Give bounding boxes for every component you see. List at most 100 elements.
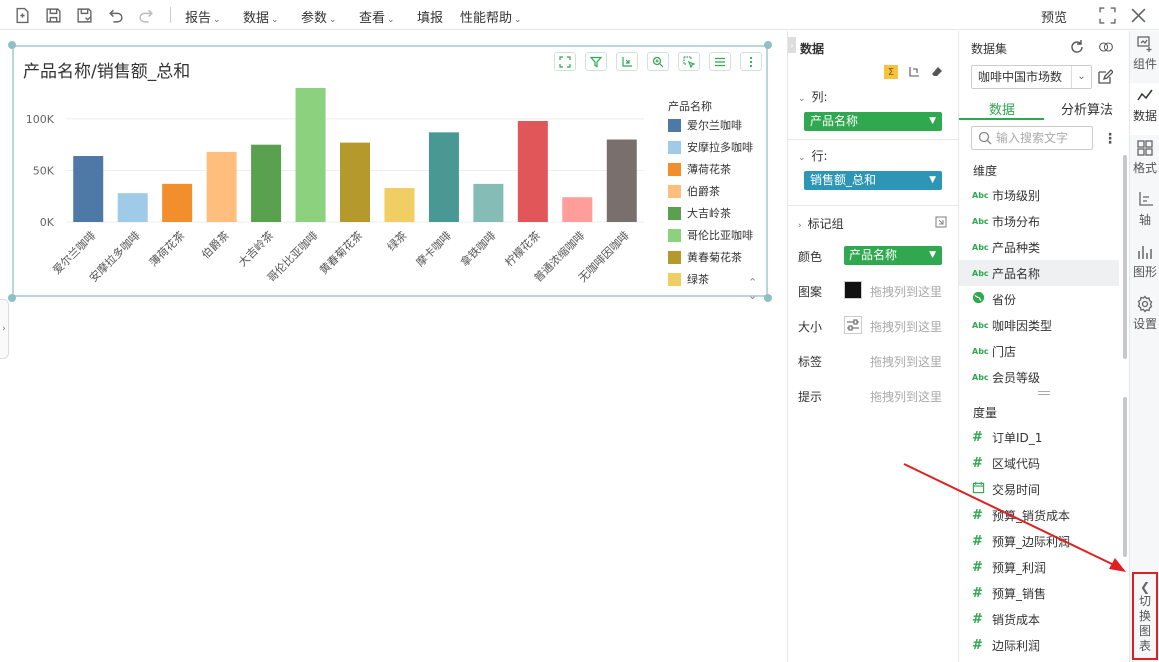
field-item[interactable]: # 订单ID_1 (959, 424, 1119, 450)
rows-label[interactable]: ⌄ 行: (798, 147, 828, 164)
bar[interactable] (473, 183, 504, 222)
bar-chart[interactable]: 0K50K100K爱尔兰咖啡安摩拉多咖啡 薄荷花茶 伯爵茶 大吉岭茶哥伦比亚咖啡黄春菊… (14, 47, 770, 299)
collapse-panel-icon[interactable]: › (788, 37, 796, 53)
more-vertical-icon[interactable]: ⋮ (1103, 131, 1117, 147)
field-item[interactable]: # 预算_销货成本 (959, 502, 1119, 528)
bar[interactable] (295, 88, 326, 222)
bar[interactable] (117, 193, 148, 222)
field-label: 边际利润 (992, 638, 1041, 653)
size-slider-icon[interactable] (844, 316, 862, 334)
rows-field-pill[interactable]: 销售额_总和 ▼ (804, 171, 942, 190)
rail-axis[interactable]: 轴 (1130, 187, 1159, 239)
rail-component[interactable]: 组件 (1130, 31, 1159, 83)
dataset-link-icon[interactable] (1095, 38, 1117, 56)
legend-item[interactable]: 黄春菊花茶 (668, 249, 742, 265)
field-item[interactable]: # 销货成本 (959, 606, 1119, 632)
columns-label[interactable]: ⌄ 列: (798, 88, 828, 105)
marks-settings-icon[interactable] (934, 215, 948, 229)
field-item[interactable]: Abc 会员等级 (959, 364, 1119, 390)
field-item[interactable]: 交易时间 (959, 476, 1119, 502)
bar[interactable] (428, 132, 459, 222)
bar[interactable] (251, 144, 282, 222)
fullscreen-icon[interactable] (1097, 5, 1117, 25)
field-item[interactable]: Abc 产品名称 (959, 260, 1119, 286)
eraser-icon[interactable] (930, 65, 944, 79)
field-label: 咖啡因类型 (992, 318, 1053, 333)
dataset-select[interactable]: 咖啡中国市场数 ⌄ (971, 65, 1092, 89)
measures-scrollbar[interactable] (1123, 397, 1127, 557)
save-icon[interactable] (43, 5, 63, 25)
preview-button[interactable]: 预览 (1041, 7, 1067, 26)
bar[interactable] (562, 197, 593, 222)
save-as-icon[interactable] (74, 5, 94, 25)
left-panel-expand-icon[interactable]: › (0, 299, 9, 359)
tooltip-drop-zone[interactable]: 拖拽列到这里 (870, 388, 942, 405)
legend-item[interactable]: 爱尔兰咖啡 (668, 117, 742, 133)
bar[interactable] (340, 142, 370, 222)
resize-handle-top-left[interactable] (8, 41, 16, 49)
color-field-pill[interactable]: 产品名称 ▼ (844, 246, 942, 265)
menu-view[interactable]: 查看 ⌄ (359, 7, 395, 26)
legend-item[interactable]: 大吉岭茶 (668, 205, 731, 221)
swap-axis-icon[interactable] (907, 65, 921, 79)
bar[interactable] (606, 139, 637, 222)
legend-item[interactable]: 绿茶 (668, 271, 709, 287)
tooltip-label: 提示 (798, 390, 823, 404)
new-report-icon[interactable] (12, 5, 32, 25)
chart-card[interactable]: 产品名称/销售额_总和 0K 50K 100K 爱尔兰咖啡 安摩拉多咖啡 薄荷花茶 伯爵茶大… (12, 45, 770, 302)
field-item[interactable]: # 区域代码 (959, 450, 1119, 476)
field-item[interactable]: Abc 产品种类 (959, 234, 1119, 260)
rail-format[interactable]: 格式 (1130, 135, 1159, 187)
legend-item[interactable]: 哥伦比亚咖啡 (668, 227, 753, 243)
field-item[interactable]: Abc 门店 (959, 338, 1119, 364)
label-drop-zone[interactable]: 拖拽列到这里 (870, 353, 942, 370)
x-tick-label: 薄荷花茶 (146, 228, 187, 269)
field-item[interactable]: # 预算_利润 (959, 554, 1119, 580)
field-item[interactable]: # 边际利润 (959, 632, 1119, 658)
bar[interactable] (73, 156, 104, 222)
shape-drop-zone[interactable]: 拖拽列到这里 (870, 283, 942, 300)
menu-parameters[interactable]: 参数 ⌄ (301, 7, 337, 26)
undo-icon[interactable] (105, 5, 125, 25)
legend-scroll-icon[interactable]: ⌃ ⌄ (748, 276, 757, 302)
bar[interactable] (162, 183, 193, 222)
field-item[interactable]: Abc 咖啡因类型 (959, 312, 1119, 338)
bar[interactable] (206, 151, 237, 222)
edit-dataset-icon[interactable] (1096, 68, 1114, 86)
menu-fill-report[interactable]: 填报 (417, 7, 443, 26)
legend-item[interactable]: 安摩拉多咖啡 (668, 139, 753, 155)
rail-graphic[interactable]: 图形 (1130, 239, 1159, 291)
sigma-icon[interactable]: Σ (884, 65, 898, 79)
field-item[interactable]: # 预算_销售 (959, 580, 1119, 606)
close-icon[interactable] (1128, 5, 1148, 25)
shape-label: 图案 (798, 285, 823, 299)
menu-report[interactable]: 报告 ⌄ (185, 7, 221, 26)
shape-color-swatch[interactable] (844, 281, 862, 299)
redo-icon[interactable] (136, 5, 156, 25)
rail-data[interactable]: 数据 (1130, 83, 1159, 135)
bar[interactable] (384, 187, 415, 222)
marks-group-label[interactable]: › 标记组 (798, 215, 844, 232)
dimensions-scrollbar[interactable] (1123, 155, 1127, 359)
resize-handle-bottom-left[interactable] (8, 294, 16, 302)
field-item[interactable]: Abc 市场分布 (959, 208, 1119, 234)
tab-analysis-algorithms[interactable]: 分析算法 (1061, 99, 1113, 118)
legend-item[interactable]: 伯爵茶 (668, 183, 720, 199)
field-item[interactable]: # 预算_边际利润 (959, 528, 1119, 554)
rail-settings[interactable]: 设置 (1130, 291, 1159, 343)
resize-handle-top-right[interactable] (764, 41, 772, 49)
legend-item[interactable]: 薄荷花茶 (668, 161, 731, 177)
resize-handle-bottom-right[interactable] (764, 294, 772, 302)
field-item[interactable]: Abc 市场级别 (959, 182, 1119, 208)
menu-data[interactable]: 数据 ⌄ (243, 7, 279, 26)
splitter-grip[interactable] (1038, 391, 1050, 395)
switch-chart-button[interactable]: ❮ 切换图表 (1132, 572, 1158, 660)
refresh-icon[interactable] (1068, 38, 1086, 56)
chevron-down-icon: ⌄ (329, 15, 337, 25)
size-drop-zone[interactable]: 拖拽列到这里 (870, 318, 942, 335)
menu-performance-help[interactable]: 性能帮助 ⌄ (460, 7, 522, 26)
tab-data[interactable]: 数据 (989, 99, 1015, 118)
bar[interactable] (517, 120, 548, 222)
field-item[interactable]: 省份 (959, 286, 1119, 312)
columns-field-pill[interactable]: 产品名称 ▼ (804, 112, 942, 131)
